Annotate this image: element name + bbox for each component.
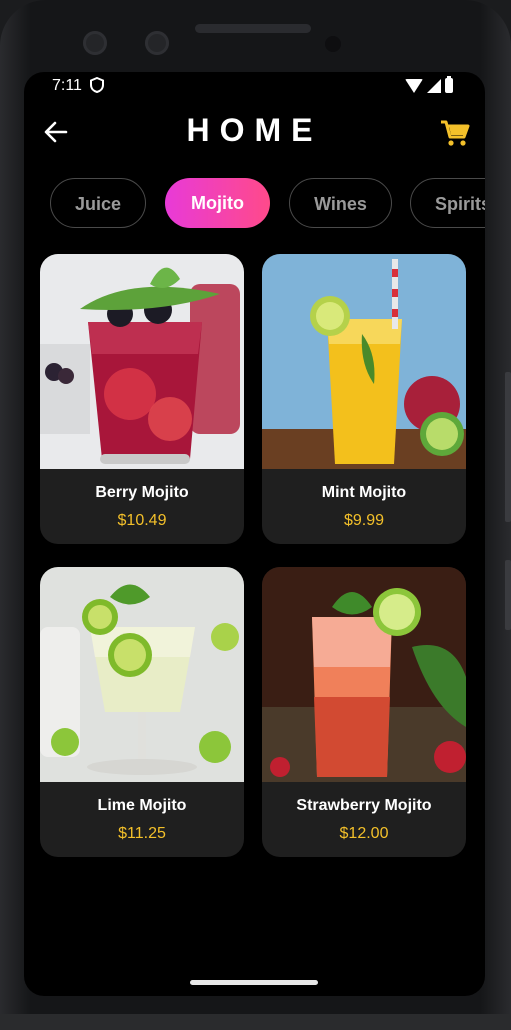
- status-bar: 7:11: [24, 72, 485, 100]
- bottom-bezel: [0, 1014, 511, 1030]
- proximity-sensor: [325, 36, 341, 52]
- berry-mojito-image: [40, 254, 244, 469]
- product-name: Lime Mojito: [97, 797, 187, 814]
- app-screen: 7:11 HOME Juice Mojito Wines Spirit Berr…: [24, 72, 485, 996]
- strawberry-mojito-image: [262, 567, 466, 782]
- phone-frame: 7:11 HOME Juice Mojito Wines Spirit Berr…: [0, 0, 511, 1030]
- volume-button[interactable]: [505, 372, 511, 522]
- cart-icon: [441, 120, 470, 146]
- product-price: $10.49: [117, 512, 167, 529]
- top-bezel: [0, 0, 511, 80]
- product-name: Mint Mojito: [321, 484, 407, 501]
- tab-spirits[interactable]: Spirits: [410, 178, 485, 228]
- page-title: HOME: [186, 112, 323, 148]
- status-time: 7:11: [52, 77, 82, 94]
- shield-icon: [90, 76, 104, 98]
- tab-wines[interactable]: Wines: [289, 178, 392, 228]
- product-name: Berry Mojito: [95, 484, 189, 501]
- cart-button[interactable]: [440, 119, 470, 147]
- product-price: $9.99: [343, 512, 385, 529]
- tab-juice[interactable]: Juice: [50, 178, 146, 228]
- product-name: Strawberry Mojito: [296, 797, 432, 814]
- signal-icon: [427, 78, 441, 93]
- product-card-lime-mojito[interactable]: Lime Mojito $11.25: [40, 567, 244, 857]
- product-card-berry-mojito[interactable]: Berry Mojito $10.49: [40, 254, 244, 544]
- power-button[interactable]: [505, 560, 511, 630]
- front-sensor: [145, 31, 169, 55]
- product-card-mint-mojito[interactable]: Mint Mojito $9.99: [262, 254, 466, 544]
- product-price: $12.00: [339, 825, 389, 842]
- product-price: $11.25: [118, 825, 166, 842]
- tab-mojito[interactable]: Mojito: [165, 178, 270, 228]
- home-indicator[interactable]: [190, 980, 318, 985]
- category-tabs: Juice Mojito Wines Spirits: [50, 178, 485, 230]
- lime-mojito-image: [40, 567, 244, 782]
- product-card-strawberry-mojito[interactable]: Strawberry Mojito $12.00: [262, 567, 466, 857]
- battery-icon: [445, 76, 453, 93]
- front-camera: [83, 31, 107, 55]
- mint-mojito-image: [262, 254, 466, 469]
- status-icons: [405, 76, 453, 93]
- earpiece-speaker: [195, 24, 311, 33]
- wifi-icon: [405, 78, 423, 93]
